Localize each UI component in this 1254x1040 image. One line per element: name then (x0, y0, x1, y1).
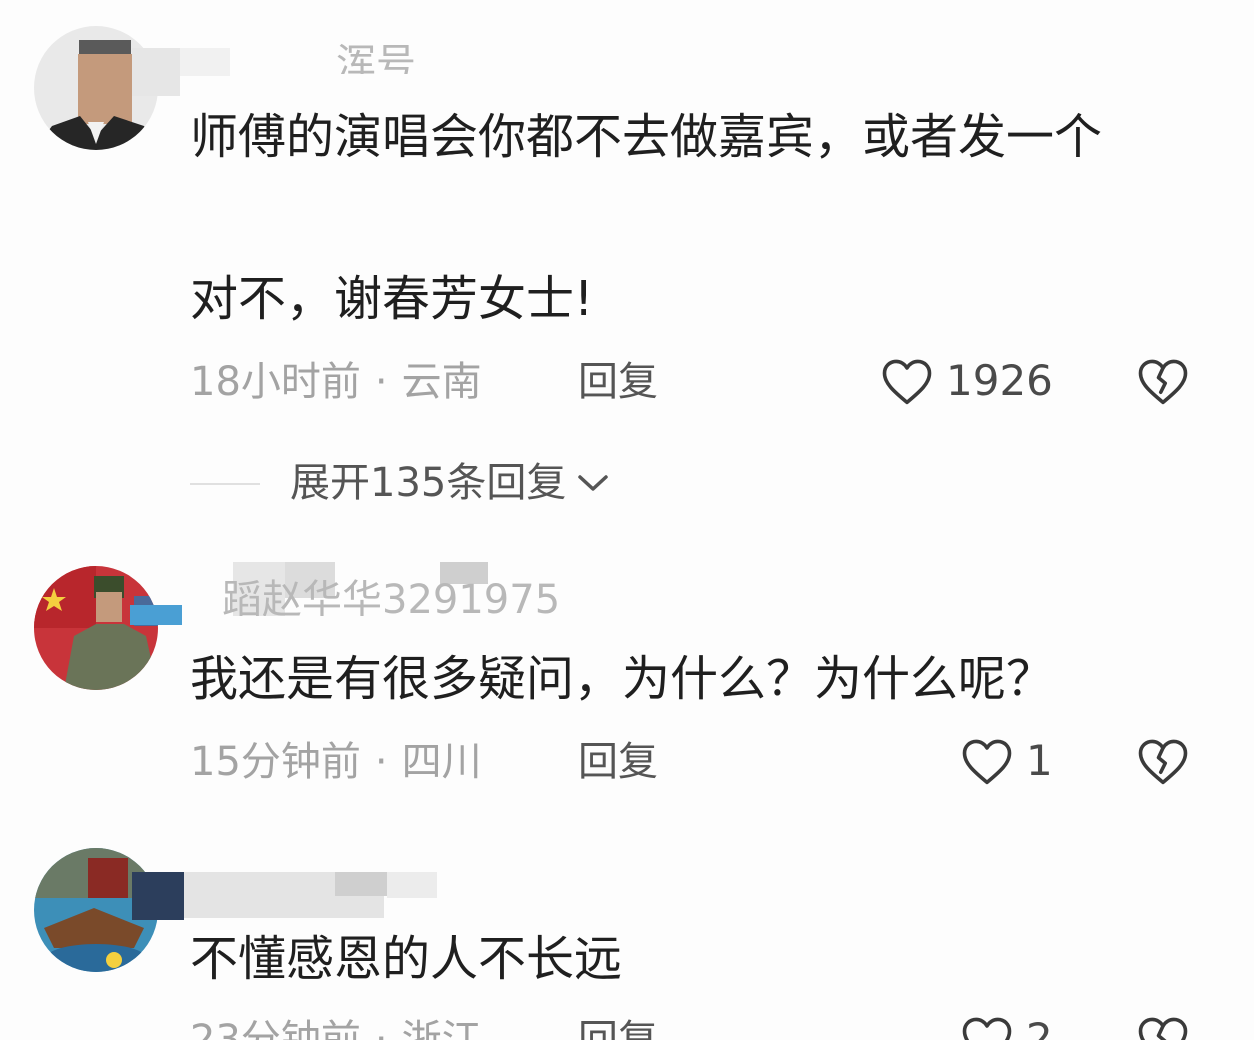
comment-text: 不懂感恩的人不长远 (190, 931, 623, 987)
username-redaction (180, 48, 230, 76)
username-redaction (335, 872, 387, 896)
username[interactable]: 浑号 (336, 42, 416, 74)
like-button[interactable]: 2 (960, 1014, 1053, 1040)
chevron-down-icon (578, 475, 609, 491)
reply-button[interactable]: 回复 (578, 358, 658, 406)
broken-heart-icon (1138, 1017, 1188, 1040)
expand-replies-button[interactable]: 展开135条回复 (290, 458, 610, 508)
like-count: 1 (1026, 736, 1053, 785)
broken-heart-icon (1138, 739, 1188, 785)
username-redaction (132, 872, 184, 920)
comment-time: 15分钟前 (190, 739, 361, 785)
username-redaction (387, 872, 437, 898)
dislike-button[interactable] (1136, 736, 1190, 790)
comment-text: 我还是有很多疑问，为什么？为什么呢？ (190, 651, 1055, 707)
comment-location: 浙江 (401, 1017, 482, 1040)
comment-meta: 23分钟前 · 浙江 (190, 1016, 482, 1040)
avatar[interactable] (34, 566, 158, 690)
heart-outline-icon (962, 1017, 1012, 1040)
comment-meta: 15分钟前 · 四川 (190, 738, 482, 786)
comment-text: 师傅的演唱会你都不去做嘉宾，或者发一个 (190, 109, 1103, 165)
reply-button[interactable]: 回复 (578, 738, 658, 786)
like-count: 1926 (946, 356, 1053, 405)
reply-button[interactable]: 回复 (578, 1016, 658, 1040)
comment-time: 23分钟前 (190, 1017, 361, 1040)
broken-heart-icon (1138, 359, 1188, 405)
dislike-button[interactable] (1136, 1014, 1190, 1040)
comment-list: 浑号 师傅的演唱会你都不去做嘉宾，或者发一个 对不，谢春芳女士! 18小时前 · 云… (0, 0, 1254, 1040)
like-count: 2 (1026, 1014, 1053, 1040)
comment-time: 18小时前 (190, 359, 361, 405)
dislike-button[interactable] (1136, 356, 1190, 410)
like-button[interactable]: 1 (960, 736, 1053, 786)
meta-separator: · (374, 359, 388, 405)
heart-outline-icon (882, 359, 932, 405)
comment-location: 云南 (401, 359, 482, 405)
expand-divider (190, 483, 260, 485)
comment-location: 四川 (401, 739, 482, 785)
expand-replies-label: 展开135条回复 (290, 460, 567, 506)
comment-meta: 18小时前 · 云南 (190, 358, 482, 406)
username[interactable]: 蹈赵华华3291975 (222, 576, 560, 616)
meta-separator: · (374, 739, 388, 785)
heart-outline-icon (962, 739, 1012, 785)
meta-separator: · (374, 1017, 388, 1040)
username-redaction (132, 48, 180, 96)
like-button[interactable]: 1926 (880, 356, 1053, 406)
username-redaction (130, 605, 182, 625)
comment-text: 对不，谢春芳女士! (190, 271, 594, 327)
